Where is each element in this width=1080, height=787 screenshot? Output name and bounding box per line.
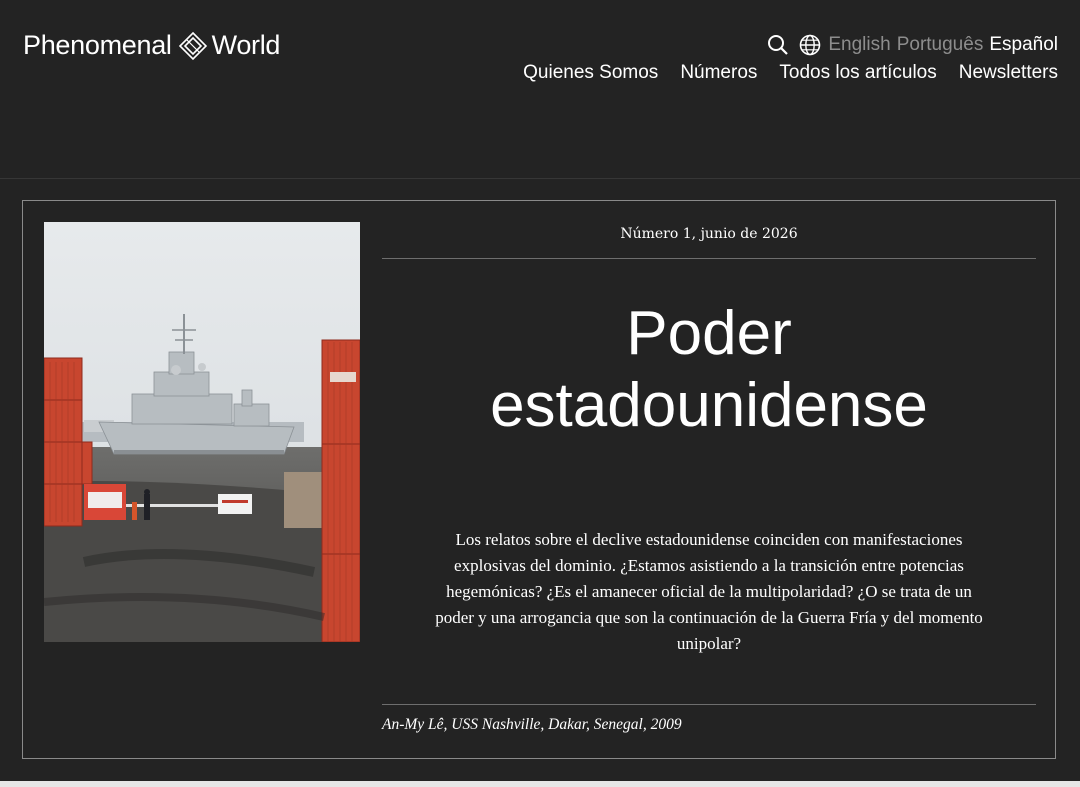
nav-todos-los-articulos[interactable]: Todos los artículos [779,62,936,84]
issue-label[interactable]: Número 1, junio de 2026 [382,226,1036,242]
nav-newsletters[interactable]: Newsletters [959,62,1058,84]
search-icon[interactable] [766,33,790,57]
title-line-1: Poder [626,299,792,368]
diamond-logo-icon [178,31,207,60]
language-portuguese[interactable]: Português [897,34,984,56]
bottom-divider [382,704,1036,705]
globe-icon[interactable] [798,33,822,57]
photo-caption: An-My Lê, USS Nashville, Dakar, Senegal,… [382,716,682,733]
main-nav: Quienes Somos Números Todos los artículo… [501,62,1058,84]
site-logo[interactable]: Phenomenal World [23,30,280,61]
brand-left: Phenomenal [23,30,172,60]
article-summary: Los relatos sobre el declive estadounide… [435,530,983,653]
article-title[interactable]: Poder estadounidense [382,298,1036,442]
ship-port-photo [44,222,360,642]
utility-bar: English Português Español [758,33,1058,57]
site-header: Phenomenal World English Português Españ… [0,0,1080,179]
feature-photo[interactable] [44,222,360,642]
top-divider [382,258,1036,259]
nav-quienes-somos[interactable]: Quienes Somos [523,62,658,84]
brand-right: World [211,30,281,60]
nav-numeros[interactable]: Números [680,62,757,84]
language-english[interactable]: English [828,34,890,56]
language-spanish[interactable]: Español [989,34,1058,56]
title-line-2: estadounidense [490,371,928,440]
page-bottom-edge [0,781,1080,787]
